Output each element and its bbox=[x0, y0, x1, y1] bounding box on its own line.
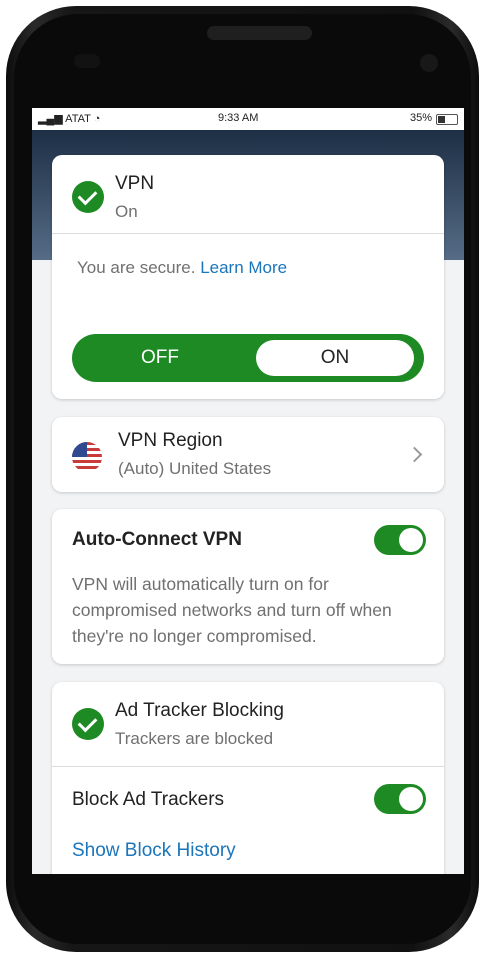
front-camera bbox=[420, 54, 438, 72]
auto-connect-title: Auto-Connect VPN bbox=[72, 529, 242, 550]
us-flag-icon bbox=[72, 442, 102, 472]
chevron-right-icon bbox=[406, 446, 423, 463]
switch-knob[interactable]: ON bbox=[256, 340, 414, 376]
clock: 9:33 AM bbox=[218, 112, 259, 124]
speaker-grille bbox=[207, 26, 312, 40]
show-block-history-link[interactable]: Show Block History bbox=[72, 840, 236, 862]
status-bar: ▂▄▆ ATAT ◔ 9:33 AM 35% bbox=[32, 108, 464, 130]
region-value: (Auto) United States bbox=[118, 459, 272, 478]
battery-percent: 35% bbox=[409, 112, 432, 124]
switch-on-label[interactable]: ON bbox=[256, 347, 414, 369]
proximity-sensor bbox=[74, 54, 100, 68]
vpn-power-switch[interactable]: OFF ON bbox=[72, 334, 424, 382]
secure-text: You are secure. bbox=[77, 258, 196, 277]
check-circle-icon bbox=[72, 708, 104, 740]
app-screen: ▂▄▆ ATAT ◔ 9:33 AM 35% VPN On You are se… bbox=[32, 108, 464, 874]
vpn-status: On bbox=[115, 202, 138, 221]
block-ad-trackers-label: Block Ad Trackers bbox=[72, 789, 225, 810]
ad-tracker-status: Trackers are blocked bbox=[115, 729, 274, 748]
secure-message: You are secure. Learn More bbox=[77, 258, 287, 278]
ad-tracker-card: Ad Tracker Blocking Trackers are blocked… bbox=[52, 682, 444, 874]
ad-tracker-title: Ad Tracker Blocking bbox=[115, 700, 284, 721]
vpn-title: VPN bbox=[115, 173, 155, 194]
divider bbox=[52, 766, 444, 767]
wifi-icon: ◔ bbox=[93, 113, 101, 125]
check-circle-icon bbox=[72, 181, 104, 213]
carrier-label: ▂▄▆ ATAT ◔ bbox=[38, 113, 101, 125]
auto-connect-description: VPN will automatically turn on for compr… bbox=[72, 574, 392, 646]
auto-connect-toggle[interactable] bbox=[374, 525, 426, 555]
signal-icon: ▂▄▆ bbox=[38, 113, 66, 125]
auto-connect-card: Auto-Connect VPN VPN will automatically … bbox=[52, 509, 444, 664]
region-title: VPN Region bbox=[118, 430, 223, 451]
battery-icon bbox=[436, 114, 458, 125]
switch-off-label[interactable]: OFF bbox=[72, 347, 248, 369]
vpn-region-card[interactable]: VPN Region (Auto) United States bbox=[52, 417, 444, 492]
divider bbox=[52, 233, 444, 234]
block-ad-trackers-toggle[interactable] bbox=[374, 784, 426, 814]
vpn-card: VPN On You are secure. Learn More OFF ON bbox=[52, 155, 444, 399]
learn-more-link[interactable]: Learn More bbox=[200, 258, 287, 277]
